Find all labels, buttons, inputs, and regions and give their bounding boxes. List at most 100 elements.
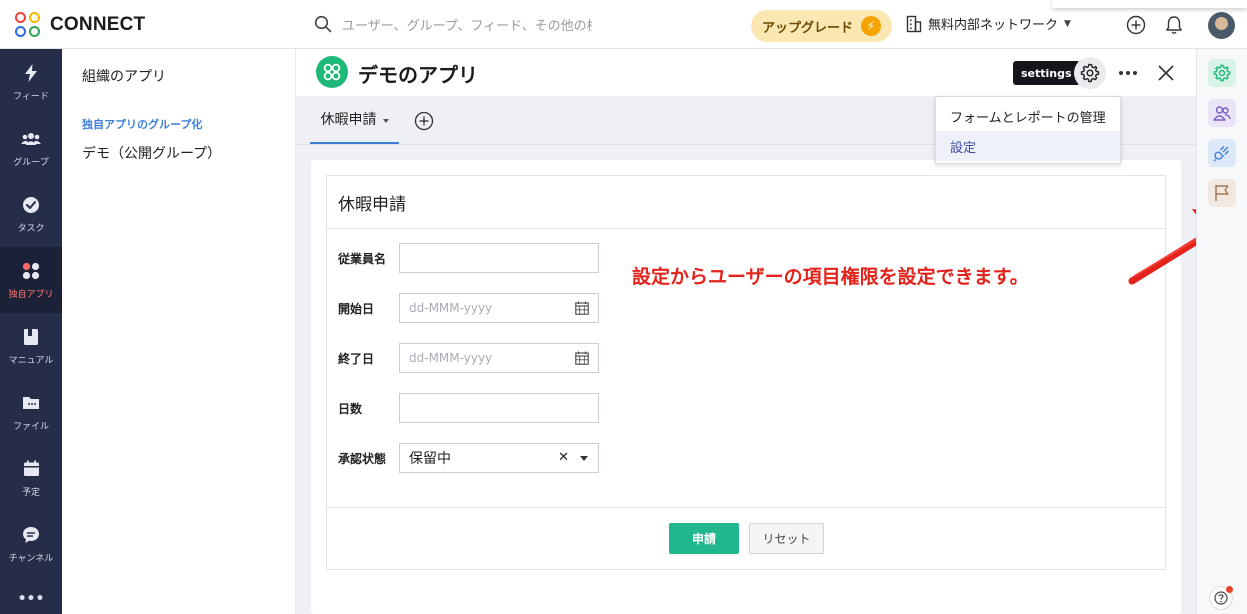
leave-form: 休暇申請 従業員名 開始日 dd-MMM-yyyy 終了日 dd-MMM-yyy…	[326, 175, 1166, 570]
annotation-text: 設定からユーザーの項目権限を設定できます。	[632, 266, 1029, 288]
nav-label: フィード	[13, 91, 49, 102]
approval-status-value: 保留中	[409, 451, 451, 467]
employee-name-field[interactable]	[399, 243, 599, 273]
bolt-icon	[21, 63, 41, 83]
notification-dot	[1226, 586, 1233, 593]
bell-icon[interactable]	[1163, 14, 1185, 36]
nav-label: タスク	[17, 223, 45, 234]
check-circle-icon	[21, 195, 41, 215]
calendar-icon[interactable]	[575, 351, 589, 365]
nav-label: 予定	[21, 487, 40, 498]
flag-icon	[1215, 185, 1229, 201]
people-icon	[1213, 106, 1231, 121]
add-circle-icon	[414, 111, 434, 131]
nav-label: グループ	[13, 157, 49, 168]
field-label-approval-status: 承認状態	[338, 452, 387, 466]
upgrade-label: アップグレード	[761, 20, 853, 36]
add-tab-button[interactable]	[414, 111, 434, 131]
network-selector[interactable]: 無料内部ネットワーク ▼	[906, 14, 1071, 33]
user-avatar[interactable]	[1208, 12, 1235, 39]
add-circle-icon[interactable]	[1125, 14, 1147, 36]
app-header: デモのアプリ settings	[296, 49, 1196, 96]
chevron-down-icon: ▼	[1064, 18, 1071, 29]
approval-status-select[interactable]: 保留中 ✕	[399, 443, 599, 473]
end-date-field[interactable]: dd-MMM-yyyy	[399, 343, 599, 373]
rail-flag-button[interactable]	[1208, 179, 1236, 207]
network-label: 無料内部ネットワーク	[928, 18, 1059, 33]
logo-icon	[14, 11, 44, 39]
nav-label: ファイル	[12, 421, 49, 432]
form-footer: 申請 リセット	[327, 507, 1165, 570]
start-date-field[interactable]: dd-MMM-yyyy	[399, 293, 599, 323]
nav-item-schedule[interactable]: 予定	[0, 445, 62, 511]
more-icon	[1119, 71, 1137, 75]
form-card: 休暇申請 従業員名 開始日 dd-MMM-yyyy 終了日 dd-MMM-yyy…	[311, 160, 1181, 614]
nav-label: チャンネル	[8, 553, 54, 564]
nav-item-feed[interactable]: フィード	[0, 49, 62, 115]
nav-item-groups[interactable]: グループ	[0, 115, 62, 181]
close-button[interactable]	[1154, 61, 1178, 85]
plug-icon	[1213, 146, 1229, 162]
settings-tooltip: settings	[1013, 61, 1086, 85]
gear-icon	[1213, 64, 1231, 82]
right-rail	[1196, 49, 1247, 614]
form-title: 休暇申請	[327, 176, 1165, 229]
settings-dropdown: フォームとレポートの管理 設定	[935, 96, 1121, 164]
more-options-button[interactable]	[1116, 61, 1140, 85]
nav-more-button[interactable]: •••	[0, 579, 62, 614]
field-label-days: 日数	[338, 402, 363, 416]
top-bar: CONNECT ユーザー、グループ、フィード、その他の検索 アップグレード ⚡ …	[0, 0, 1247, 49]
settings-button[interactable]	[1074, 57, 1106, 89]
tab-label: 休暇申請	[320, 112, 377, 128]
reset-button[interactable]: リセット	[749, 523, 824, 554]
nav-label: マニュアル	[8, 355, 54, 366]
rail-integrations-button[interactable]	[1208, 139, 1236, 167]
tab-leave-request[interactable]: 休暇申請	[310, 96, 399, 144]
bolt-icon: ⚡	[861, 16, 881, 36]
sidebar-title[interactable]: 組織のアプリ	[82, 66, 166, 86]
people-icon	[21, 129, 41, 149]
search-bar[interactable]: ユーザー、グループ、フィード、その他の検索	[314, 12, 604, 36]
building-icon	[906, 15, 922, 32]
left-nav: フィード グループ タスク 独自アプリ マニュアル ファイル 予定 チャンネル …	[0, 49, 62, 614]
nav-item-files[interactable]: ファイル	[0, 379, 62, 445]
app-sidebar: 組織のアプリ 独自アプリのグループ化 デモ（公開グループ）	[62, 49, 296, 614]
chevron-down-icon[interactable]	[580, 456, 588, 461]
submit-button[interactable]: 申請	[669, 523, 739, 554]
more-icon: •••	[17, 591, 45, 607]
start-date-placeholder: dd-MMM-yyyy	[409, 301, 493, 315]
rail-settings-button[interactable]	[1208, 59, 1236, 87]
help-icon	[1214, 591, 1228, 605]
nav-item-channels[interactable]: チャンネル	[0, 511, 62, 577]
days-field[interactable]	[399, 393, 599, 423]
rail-people-button[interactable]	[1208, 99, 1236, 127]
calendar-icon[interactable]	[575, 301, 589, 315]
field-label-start-date: 開始日	[338, 302, 375, 316]
brand-name: CONNECT	[50, 14, 146, 35]
calendar-icon	[21, 459, 41, 479]
menu-item-settings[interactable]: 設定	[936, 131, 1120, 161]
nav-item-tasks[interactable]: タスク	[0, 181, 62, 247]
nav-item-manual[interactable]: マニュアル	[0, 313, 62, 379]
nav-label: 独自アプリ	[8, 289, 54, 300]
field-label-end-date: 終了日	[338, 352, 375, 366]
chat-icon	[21, 525, 41, 545]
gear-icon	[1080, 63, 1100, 83]
book-icon	[21, 327, 41, 347]
close-icon	[1158, 65, 1174, 81]
upgrade-button[interactable]: アップグレード ⚡	[751, 10, 892, 42]
folder-icon	[21, 393, 41, 413]
nav-item-custom-apps[interactable]: 独自アプリ	[0, 247, 62, 313]
page-title: デモのアプリ	[358, 63, 478, 87]
clear-icon[interactable]: ✕	[558, 450, 569, 465]
field-label-employee-name: 従業員名	[338, 252, 387, 266]
search-icon	[314, 15, 332, 33]
sidebar-item-demo-group[interactable]: デモ（公開グループ）	[82, 143, 221, 163]
caret-down-icon[interactable]	[382, 118, 389, 123]
end-date-placeholder: dd-MMM-yyyy	[409, 351, 493, 365]
apps-icon	[21, 261, 41, 281]
help-button[interactable]	[1209, 586, 1233, 610]
search-input[interactable]: ユーザー、グループ、フィード、その他の検索	[342, 15, 592, 34]
menu-item-manage-forms-reports[interactable]: フォームとレポートの管理	[936, 101, 1120, 131]
logo[interactable]: CONNECT	[14, 11, 145, 39]
